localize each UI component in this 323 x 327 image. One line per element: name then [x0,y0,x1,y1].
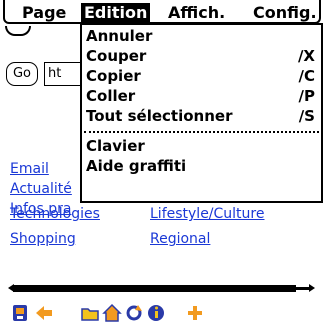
menu-edition[interactable]: Edition [81,3,151,23]
open-folder-icon[interactable] [80,303,100,323]
bottom-toolbar [0,303,323,327]
menu-item-copier[interactable]: Copier [86,67,141,85]
scroll-thumb[interactable] [13,285,296,292]
shortcut-tout-selectionner: ∕S [298,107,315,125]
menu-item-clavier[interactable]: Clavier [86,137,145,155]
menu-affich[interactable]: Affich. [168,3,225,23]
link-regional[interactable]: Regional [150,230,210,248]
plus-icon[interactable] [185,303,205,323]
link-email[interactable]: Email [10,160,49,178]
link-lifestyle-culture[interactable]: Lifestyle/Culture [150,205,264,223]
menu-item-annuler[interactable]: Annuler [86,27,152,45]
link-shopping[interactable]: Shopping [10,230,76,248]
link-technologies[interactable]: Technologies [10,205,100,223]
menu-separator [84,131,319,133]
url-input[interactable]: ht [44,62,84,86]
link-actualites[interactable]: Actualité [10,180,72,198]
menu-item-aide-graffiti[interactable]: Aide graffiti [86,157,186,175]
horizontal-scrollbar[interactable] [8,284,315,292]
menu-item-coller[interactable]: Coller [86,87,135,105]
scroll-right-arrow-icon[interactable] [309,284,315,292]
shortcut-copier: ∕C [298,67,316,85]
refresh-icon[interactable] [124,303,144,323]
menu-item-couper[interactable]: Couper [86,47,146,65]
shortcut-coller: ∕P [298,87,315,105]
menu-config[interactable]: Config. [253,3,317,23]
menu-page[interactable]: Page [22,3,66,23]
back-arrow-icon[interactable] [34,303,54,323]
edition-dropdown-menu: Annuler Couper ∕X Copier ∕C Coller ∕P To… [80,23,323,203]
home-device-icon[interactable] [10,303,30,323]
info-icon[interactable] [146,303,166,323]
shortcut-couper: ∕X [297,47,315,65]
go-button[interactable]: Go [6,62,38,86]
home-icon[interactable] [102,303,122,323]
menu-item-tout-selectionner[interactable]: Tout sélectionner [86,107,232,125]
